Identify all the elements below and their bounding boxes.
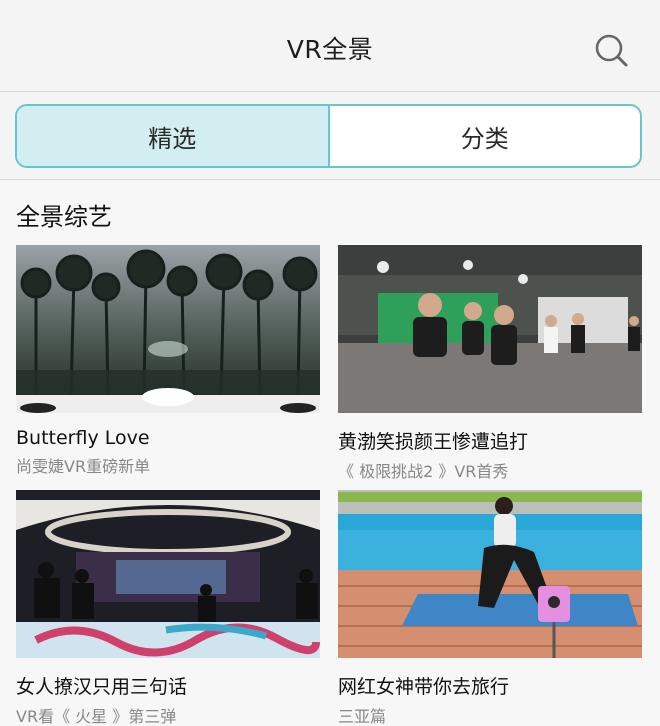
video-subtitle: 尚雯婕VR重磅新单 [16,457,151,476]
video-title[interactable]: 黄渤笑损颜王惨遭追打 [338,427,642,454]
search-icon [595,34,628,67]
video-subtitle: VR看《 火星 》第三弹 [16,707,177,726]
top-bar: VR全景 [0,0,660,92]
video-title[interactable]: 女人撩汉只用三句话 [16,672,320,699]
video-card[interactable]: 黄渤笑损颜王惨遭追打 《 极限挑战2 》VR首秀 [338,245,642,482]
section-title: 全景综艺 [16,203,112,231]
video-card[interactable]: Butterfly Love 尚雯婕VR重磅新单 [16,245,320,477]
video-card[interactable]: 女人撩汉只用三句话 VR看《 火星 》第三弹 [16,490,320,726]
video-subtitle: 《 极限挑战2 》VR首秀 [338,462,509,481]
video-thumbnail[interactable] [338,490,642,658]
video-title[interactable]: 网红女神带你去旅行 [338,672,642,699]
segmented-control: 精选 分类 [15,104,642,168]
page-title: VR全景 [286,35,374,64]
video-card[interactable]: 网红女神带你去旅行 三亚篇 [338,490,642,726]
video-subtitle: 三亚篇 [338,707,387,726]
video-thumbnail[interactable] [16,245,320,413]
tab-featured[interactable]: 精选 [17,106,328,166]
video-thumbnail[interactable] [338,245,642,413]
video-title[interactable]: Butterfly Love [16,427,320,449]
video-thumbnail[interactable] [16,490,320,658]
tab-bar-area: 精选 分类 [0,92,660,180]
search-button[interactable] [590,30,634,70]
tab-categories[interactable]: 分类 [330,106,641,166]
